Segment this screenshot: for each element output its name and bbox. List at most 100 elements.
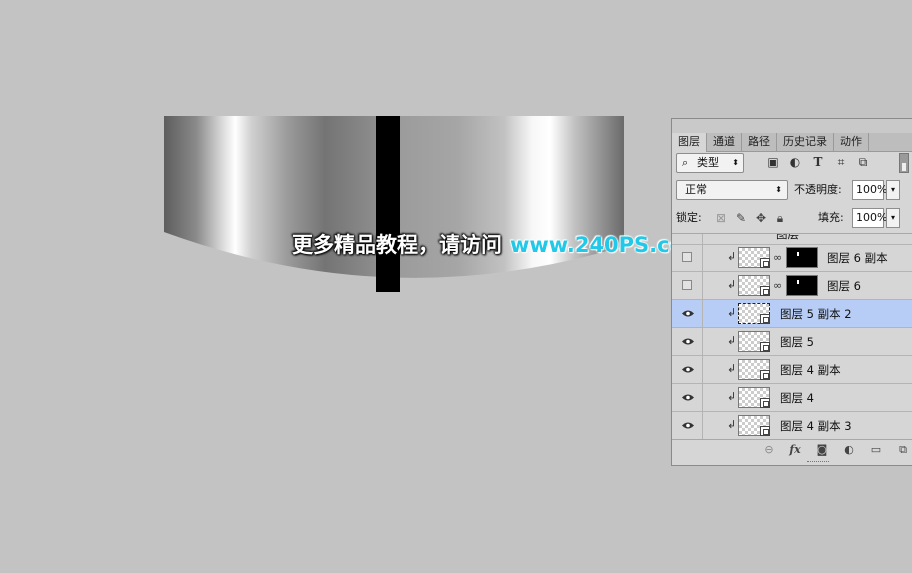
- search-icon: ⌕: [682, 156, 689, 169]
- visibility-toggle[interactable]: [672, 244, 703, 271]
- blend-mode-value: 正常: [685, 183, 707, 196]
- visibility-cell[interactable]: [672, 234, 703, 244]
- layer-name[interactable]: 图层 4 副本 3: [780, 418, 852, 434]
- visibility-toggle[interactable]: [672, 412, 703, 439]
- layer-row[interactable]: ↲ ∞ 图层 6 副本: [672, 244, 912, 272]
- new-group-icon[interactable]: ▭: [869, 443, 883, 457]
- clipping-arrow-icon: ↲: [727, 334, 737, 347]
- layer-thumbnail[interactable]: [738, 303, 770, 324]
- type-filter-icon[interactable]: T: [811, 155, 825, 169]
- layer-thumbnail[interactable]: [738, 387, 770, 408]
- lock-label: 锁定:: [676, 211, 702, 224]
- layers-panel: 图层 通道 路径 历史记录 动作 ⌕ 类型 ⬍ ▣ ◐ T ⌗ ⧉ 正常 ⬍ 不…: [671, 118, 912, 466]
- opacity-dropdown-button[interactable]: ▾: [886, 180, 900, 200]
- lock-row: 锁定: ⊠ ✎ ✥ 🔒︎ 填充: 100% ▾: [676, 208, 912, 230]
- filter-kind-select[interactable]: ⌕ 类型 ⬍: [676, 153, 744, 173]
- opacity-input[interactable]: 100%: [852, 180, 887, 200]
- layer-row[interactable]: ↲ 图层 4 副本: [672, 356, 912, 384]
- layer-thumbnail[interactable]: [738, 415, 770, 436]
- lock-all-icon[interactable]: 🔒︎: [773, 210, 787, 226]
- smart-object-badge-icon: [760, 342, 770, 352]
- lock-transparency-icon[interactable]: ⊠: [714, 210, 728, 226]
- eye-icon: [682, 394, 694, 401]
- fx-icon[interactable]: fx: [788, 443, 802, 457]
- hidden-box-icon: [682, 280, 692, 290]
- panel-footer: ⊖ fx ◙ ◐ ▭ ⧉: [672, 439, 912, 460]
- smart-object-badge-icon: [760, 426, 770, 436]
- eye-icon: [682, 338, 694, 345]
- panel-title-strip[interactable]: [672, 119, 912, 134]
- fill-input[interactable]: 100%: [852, 208, 887, 228]
- layer-thumbnail[interactable]: [738, 247, 770, 268]
- visibility-toggle[interactable]: [672, 328, 703, 355]
- visibility-toggle[interactable]: [672, 384, 703, 411]
- add-mask-icon[interactable]: ◙: [815, 443, 829, 457]
- layer-row[interactable]: ↲ ∞ 图层 6: [672, 272, 912, 300]
- layer-mask-thumbnail[interactable]: [786, 275, 818, 296]
- visibility-toggle[interactable]: [672, 300, 703, 327]
- smart-object-badge-icon: [760, 370, 770, 380]
- smart-object-filter-icon[interactable]: ⧉: [856, 155, 870, 169]
- tab-paths[interactable]: 路径: [742, 133, 777, 151]
- layer-thumbnail[interactable]: [738, 275, 770, 296]
- layer-name[interactable]: 图层 5: [780, 334, 814, 350]
- image-filter-icon[interactable]: ▣: [766, 155, 780, 169]
- eye-icon: [682, 422, 694, 429]
- layer-row-selected[interactable]: ↲ 图层 5 副本 2: [672, 300, 912, 328]
- layer-name[interactable]: 图层 4: [780, 390, 814, 406]
- eye-icon: [682, 366, 694, 373]
- filter-toggle[interactable]: [899, 153, 909, 173]
- filter-kind-label: 类型: [697, 156, 719, 169]
- fill-label: 填充:: [818, 211, 844, 224]
- blend-mode-select[interactable]: 正常 ⬍: [676, 180, 788, 200]
- layer-name: 图层: [776, 234, 799, 241]
- layer-name[interactable]: 图层 4 副本: [780, 362, 841, 378]
- smart-object-badge-icon: [760, 314, 770, 324]
- lock-image-pixels-icon[interactable]: ✎: [734, 210, 748, 226]
- shape-filter-icon[interactable]: ⌗: [834, 155, 848, 169]
- blend-row: 正常 ⬍ 不透明度: 100% ▾: [676, 180, 912, 202]
- layer-name[interactable]: 图层 5 副本 2: [780, 306, 852, 322]
- layer-row[interactable]: ↲ 图层 4 副本 3: [672, 412, 912, 440]
- layer-row[interactable]: ↲ 图层 4: [672, 384, 912, 412]
- lock-position-icon[interactable]: ✥: [754, 210, 768, 226]
- black-stripe: [376, 116, 400, 292]
- adjustment-layer-icon[interactable]: ◐: [842, 443, 856, 457]
- resize-grip[interactable]: [807, 461, 829, 465]
- visibility-toggle[interactable]: [672, 272, 703, 299]
- layer-thumbnail[interactable]: [738, 359, 770, 380]
- tab-channels[interactable]: 通道: [707, 133, 742, 151]
- filter-row: ⌕ 类型 ⬍ ▣ ◐ T ⌗ ⧉: [676, 153, 912, 175]
- smart-object-badge-icon: [760, 398, 770, 408]
- smart-object-badge-icon: [760, 286, 770, 296]
- adjustment-filter-icon[interactable]: ◐: [788, 155, 802, 169]
- layer-row[interactable]: ↲ 图层 5: [672, 328, 912, 356]
- layer-name[interactable]: 图层 6: [827, 278, 861, 294]
- fill-dropdown-button[interactable]: ▾: [886, 208, 900, 228]
- layer-name[interactable]: 图层 6 副本: [827, 250, 888, 266]
- link-layers-icon[interactable]: ⊖: [762, 443, 776, 457]
- mask-link-icon[interactable]: ∞: [773, 251, 782, 264]
- layer-mask-thumbnail[interactable]: [786, 247, 818, 268]
- visibility-toggle[interactable]: [672, 356, 703, 383]
- hidden-box-icon: [682, 252, 692, 262]
- eye-icon: [682, 310, 694, 317]
- clipping-arrow-icon: ↲: [727, 418, 737, 431]
- updown-arrow-icon: ⬍: [732, 158, 739, 167]
- watermark-text: 更多精品教程，请访问: [292, 233, 502, 257]
- clipping-arrow-icon: ↲: [727, 278, 737, 291]
- smart-object-badge-icon: [760, 258, 770, 268]
- clipping-arrow-icon: ↲: [727, 306, 737, 319]
- clipping-arrow-icon: ↲: [727, 390, 737, 403]
- tab-layers[interactable]: 图层: [672, 133, 707, 152]
- tab-actions[interactable]: 动作: [834, 133, 869, 151]
- clipping-arrow-icon: ↲: [727, 362, 737, 375]
- new-layer-icon[interactable]: ⧉: [896, 443, 910, 457]
- updown-arrow-icon: ⬍: [775, 185, 782, 194]
- tab-history[interactable]: 历史记录: [777, 133, 834, 151]
- panel-tabs: 图层 通道 路径 历史记录 动作: [672, 133, 912, 152]
- watermark: 更多精品教程，请访问 www.240PS.com: [292, 228, 706, 262]
- layer-thumbnail[interactable]: [738, 331, 770, 352]
- mask-link-icon[interactable]: ∞: [773, 279, 782, 292]
- clipping-arrow-icon: ↲: [727, 250, 737, 263]
